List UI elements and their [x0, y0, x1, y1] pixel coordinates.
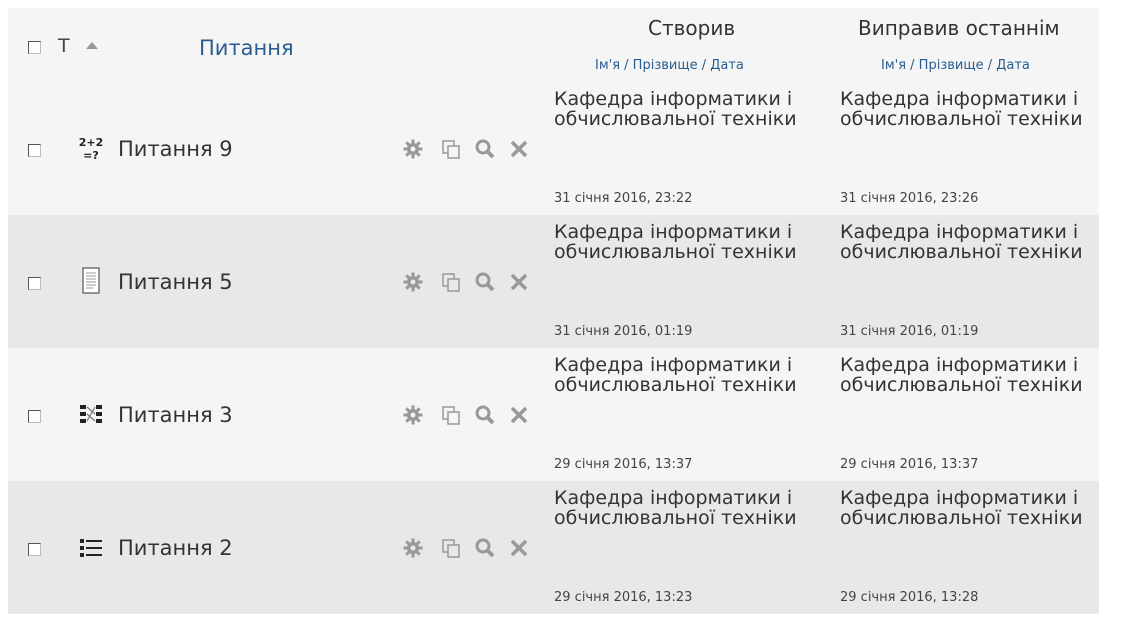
duplicate-icon[interactable]	[440, 404, 462, 426]
question-bank-table: Т Питання Створив Ім'я / Прізвище / Дата…	[8, 8, 1099, 614]
created-date: 29 січня 2016, 13:37	[554, 457, 693, 472]
svg-text:2+2: 2+2	[79, 136, 104, 149]
modified-date: 29 січня 2016, 13:37	[840, 457, 979, 472]
select-all-checkbox[interactable]	[28, 41, 41, 54]
created-by-name[interactable]: Кафедра інформатики і обчислювальної тех…	[554, 488, 824, 528]
gear-icon[interactable]	[402, 537, 424, 559]
question-name: Питання 3	[118, 403, 233, 427]
modified-by-name[interactable]: Кафедра інформатики і обчислювальної тех…	[840, 222, 1100, 262]
modified-by-column-header: Виправив останнім	[858, 16, 1060, 40]
gear-icon[interactable]	[402, 271, 424, 293]
type-column-header[interactable]: Т	[58, 35, 70, 57]
svg-text:=?: =?	[83, 149, 99, 162]
duplicate-icon[interactable]	[440, 138, 462, 160]
delete-icon[interactable]	[508, 138, 530, 160]
table-row: Питання 5 Кафедра інформатики і обчислюв…	[8, 215, 1099, 348]
modified-date: 31 січня 2016, 23:26	[840, 191, 979, 206]
gear-icon[interactable]	[402, 404, 424, 426]
table-row: Питання 3 Кафедра інформатики і обчислюв…	[8, 348, 1099, 481]
created-by-name[interactable]: Кафедра інформатики і обчислювальної тех…	[554, 222, 824, 262]
row-checkbox[interactable]	[28, 543, 41, 556]
created-date: 31 січня 2016, 23:22	[554, 191, 693, 206]
duplicate-icon[interactable]	[440, 537, 462, 559]
delete-icon[interactable]	[508, 404, 530, 426]
modified-by-name[interactable]: Кафедра інформатики і обчислювальної тех…	[840, 89, 1100, 129]
preview-icon[interactable]	[474, 404, 496, 426]
question-column-header[interactable]: Питання	[199, 36, 294, 60]
delete-icon[interactable]	[508, 537, 530, 559]
preview-icon[interactable]	[474, 271, 496, 293]
created-by-column-header: Створив	[648, 16, 736, 40]
question-name: Питання 5	[118, 270, 233, 294]
row-checkbox[interactable]	[28, 277, 41, 290]
duplicate-icon[interactable]	[440, 271, 462, 293]
modified-by-name[interactable]: Кафедра інформатики і обчислювальної тех…	[840, 355, 1100, 395]
created-by-name[interactable]: Кафедра інформатики і обчислювальної тех…	[554, 89, 824, 129]
essay-question-icon	[82, 267, 100, 294]
preview-icon[interactable]	[474, 138, 496, 160]
sort-asc-icon	[86, 42, 98, 49]
calculated-question-icon: 2+2 =?	[79, 136, 104, 162]
created-by-name[interactable]: Кафедра інформатики і обчислювальної тех…	[554, 355, 824, 395]
gear-icon[interactable]	[402, 138, 424, 160]
matching-question-icon	[80, 405, 102, 423]
table-row: 2+2 =? Питання 9 Кафедра інформатики і о…	[8, 82, 1099, 215]
delete-icon[interactable]	[508, 271, 530, 293]
row-checkbox[interactable]	[28, 410, 41, 423]
table-header: Т Питання Створив Ім'я / Прізвище / Дата…	[8, 8, 1099, 82]
modified-date: 31 січня 2016, 01:19	[840, 324, 979, 339]
row-checkbox[interactable]	[28, 144, 41, 157]
created-sort-links[interactable]: Ім'я / Прізвище / Дата	[595, 58, 744, 73]
question-name: Питання 9	[118, 137, 233, 161]
created-date: 29 січня 2016, 13:23	[554, 590, 693, 605]
preview-icon[interactable]	[474, 537, 496, 559]
multichoice-question-icon	[80, 539, 102, 557]
modified-sort-links[interactable]: Ім'я / Прізвище / Дата	[881, 58, 1030, 73]
modified-date: 29 січня 2016, 13:28	[840, 590, 979, 605]
question-name: Питання 2	[118, 536, 233, 560]
table-row: Питання 2 Кафедра інформатики і обчислюв…	[8, 481, 1099, 614]
modified-by-name[interactable]: Кафедра інформатики і обчислювальної тех…	[840, 488, 1100, 528]
created-date: 31 січня 2016, 01:19	[554, 324, 693, 339]
